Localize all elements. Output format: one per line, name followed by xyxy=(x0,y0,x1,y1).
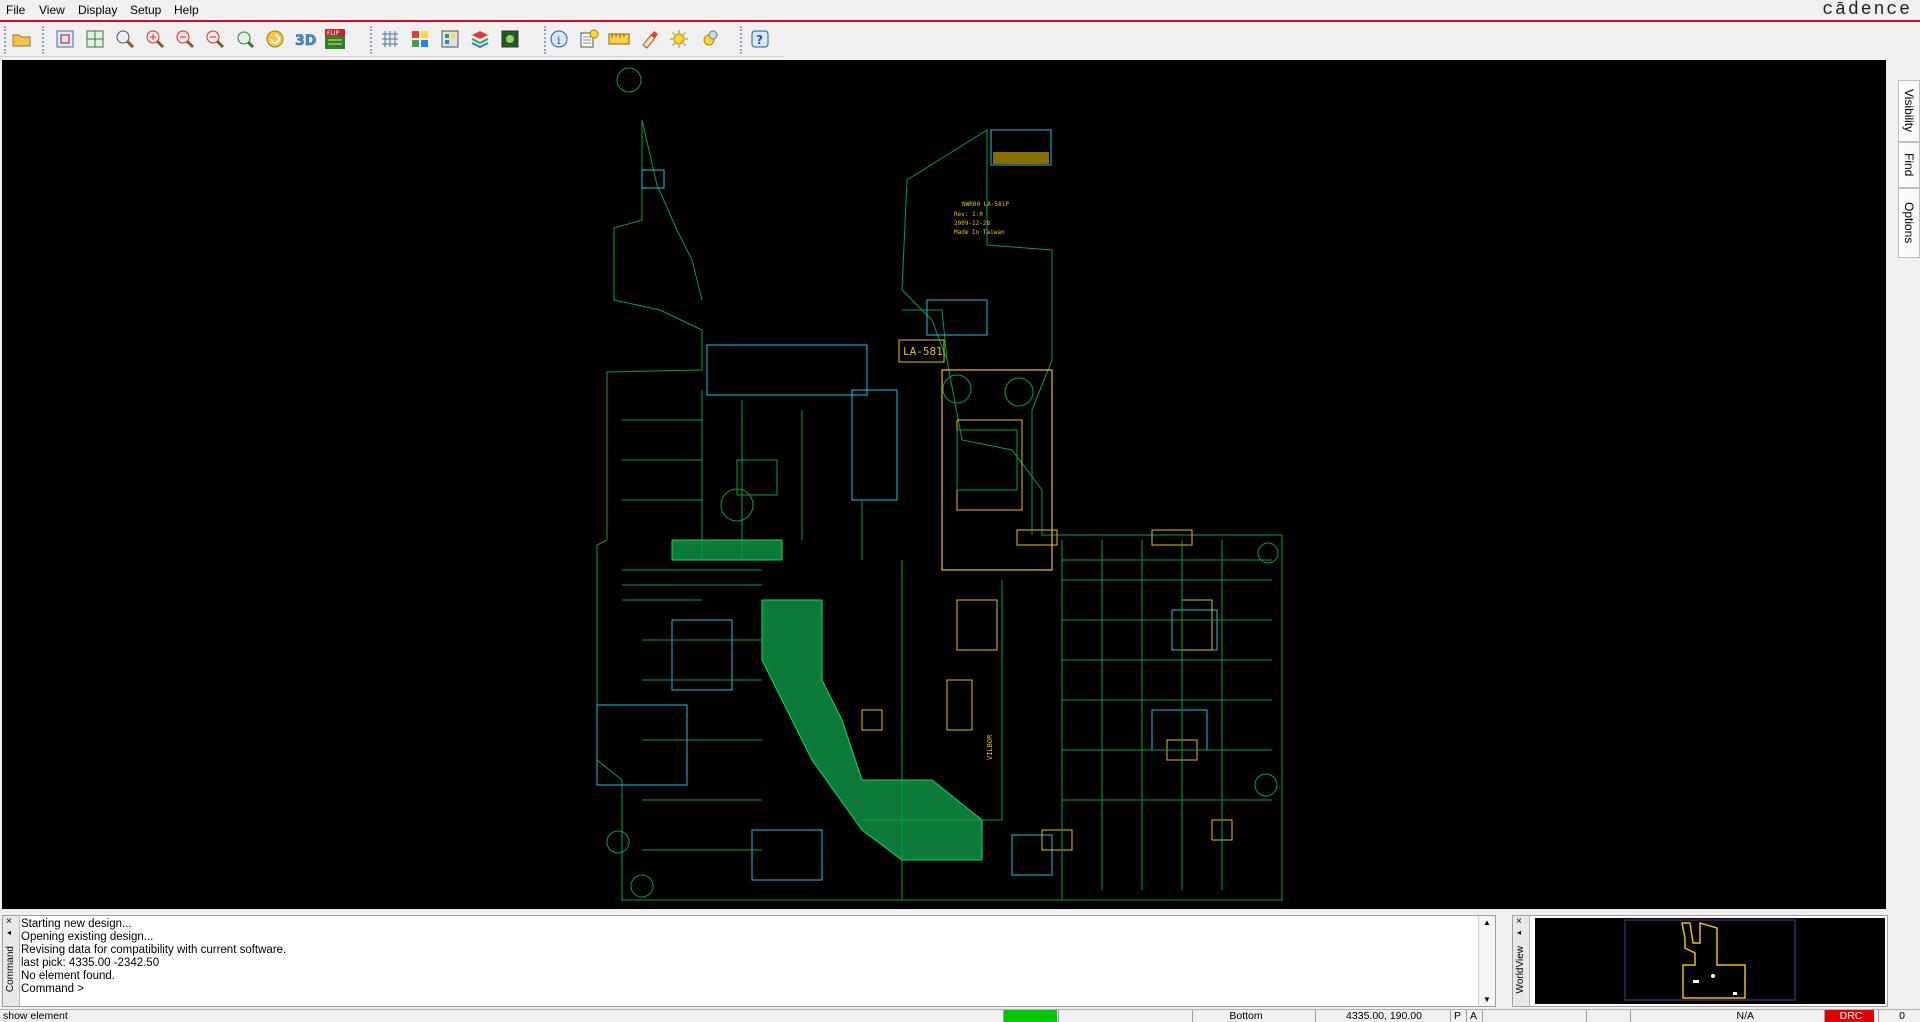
close-icon[interactable]: × xyxy=(1516,916,1522,927)
command-line: No element found. xyxy=(21,970,115,982)
close-icon[interactable]: × xyxy=(6,916,12,927)
svg-text:?: ? xyxy=(756,33,763,47)
toolbar-separator xyxy=(740,26,744,54)
command-panel-label: Command xyxy=(5,946,16,993)
status-na: N/A xyxy=(1630,1010,1774,1022)
shadow-mode-icon[interactable] xyxy=(697,27,721,51)
status-count: 0 xyxy=(1878,1010,1920,1022)
svg-text:2009-12-28: 2009-12-28 xyxy=(954,220,991,227)
toolbar-separator xyxy=(42,26,46,54)
status-drc[interactable]: DRC xyxy=(1824,1010,1874,1022)
right-dock: Visibility Find Options xyxy=(1896,60,1920,909)
brightness-icon[interactable] xyxy=(667,27,691,51)
command-panel-header: × ◂ Command xyxy=(3,916,20,1006)
scroll-down-icon[interactable]: ▼ xyxy=(1483,995,1491,1004)
status-coordinates: 4335.00, 190.00 xyxy=(1315,1010,1449,1022)
status-spacer-2 xyxy=(1482,1010,1586,1022)
worldview-panel: × ◂ WorldView xyxy=(1512,915,1888,1007)
command-line: Revising data for compatibility with cur… xyxy=(21,944,287,956)
command-line: last pick: 4335.00 -2342.50 xyxy=(21,957,160,969)
color-icon[interactable] xyxy=(408,27,432,51)
main-toolbar: 3D FLIP i ? xyxy=(0,22,784,57)
status-a[interactable]: A xyxy=(1466,1010,1480,1022)
layers-stack-icon[interactable] xyxy=(468,27,492,51)
status-hint: show element xyxy=(3,1010,68,1022)
design-canvas[interactable]: LA-581 NWR00 LA-581P Rev: 1.0 2009-12-28… xyxy=(2,60,1886,909)
menu-file[interactable]: File xyxy=(6,3,25,17)
pin-icon[interactable]: ◂ xyxy=(1517,928,1521,937)
svg-text:3D: 3D xyxy=(295,33,316,49)
svg-text:LA-581: LA-581 xyxy=(903,345,943,358)
status-p[interactable]: P xyxy=(1450,1010,1464,1022)
status-spacer xyxy=(1058,1010,1192,1022)
svg-text:Rev: 1.0: Rev: 1.0 xyxy=(954,211,983,218)
status-active-layer[interactable]: Bottom xyxy=(1192,1010,1296,1022)
zoom-in-icon-2[interactable] xyxy=(173,27,197,51)
info-icon[interactable]: i xyxy=(547,27,571,51)
scroll-up-icon[interactable]: ▲ xyxy=(1483,918,1491,927)
pcb-board-layout[interactable]: LA-581 NWR00 LA-581P Rev: 1.0 2009-12-28… xyxy=(2,60,1886,909)
menu-view[interactable]: View xyxy=(39,3,65,17)
command-panel: × ◂ Command Starting new design... Openi… xyxy=(2,915,1496,1007)
svg-text:VILBOR: VILBOR xyxy=(986,734,994,760)
zoom-fit-icon[interactable] xyxy=(53,27,77,51)
menu-display[interactable]: Display xyxy=(78,3,117,17)
status-spacer-3 xyxy=(1586,1010,1630,1022)
zoom-in-icon[interactable] xyxy=(143,27,167,51)
flip-design-icon[interactable]: FLIP xyxy=(323,27,347,51)
zoom-world-icon[interactable] xyxy=(83,27,107,51)
toolbar-separator xyxy=(370,26,374,54)
zoom-out-icon[interactable] xyxy=(203,27,227,51)
command-line: Opening existing design... xyxy=(21,931,154,943)
reports-icon[interactable] xyxy=(577,27,601,51)
layer-visibility-icon[interactable] xyxy=(438,27,462,51)
help-icon[interactable]: ? xyxy=(748,27,772,51)
status-idle-indicator xyxy=(1003,1010,1057,1022)
command-line: Starting new design... xyxy=(21,918,132,930)
cadence-logo: cādence xyxy=(1822,0,1912,20)
svg-text:Made In Taiwan: Made In Taiwan xyxy=(954,229,1005,236)
measure-icon[interactable] xyxy=(607,27,631,51)
worldview-panel-header: × ◂ WorldView xyxy=(1513,916,1530,1006)
pin-icon[interactable]: ◂ xyxy=(7,928,11,937)
3d-view-icon[interactable]: 3D xyxy=(293,27,317,51)
svg-text:FLIP: FLIP xyxy=(327,30,340,37)
tab-find[interactable]: Find xyxy=(1898,142,1920,188)
menu-bar: File View Display Setup Help cādence xyxy=(0,0,1920,22)
redraw-icon[interactable] xyxy=(263,27,287,51)
menu-setup[interactable]: Setup xyxy=(130,3,161,17)
highlight-icon[interactable] xyxy=(637,27,661,51)
zoom-window-icon[interactable] xyxy=(113,27,137,51)
open-folder-icon[interactable] xyxy=(10,27,34,51)
tab-options[interactable]: Options xyxy=(1898,188,1920,258)
command-prompt[interactable]: Command > xyxy=(21,983,286,996)
menu-help[interactable]: Help xyxy=(174,3,199,17)
status-bar: show element Bottom 4335.00, 190.00 P A … xyxy=(0,1009,1920,1022)
worldview-panel-label: WorldView xyxy=(1515,946,1526,994)
tab-visibility[interactable]: Visibility xyxy=(1898,80,1920,142)
toolbar-grip[interactable] xyxy=(4,26,8,54)
svg-text:NWR00 LA-581P: NWR00 LA-581P xyxy=(962,201,1009,208)
grid-icon[interactable] xyxy=(378,27,402,51)
svg-text:i: i xyxy=(557,34,561,47)
command-output: Starting new design... Opening existing … xyxy=(21,918,286,996)
zoom-previous-icon[interactable] xyxy=(233,27,257,51)
shaded-view-icon[interactable] xyxy=(498,27,522,51)
command-scrollbar[interactable]: ▲ ▼ xyxy=(1478,916,1495,1006)
worldview-minimap[interactable] xyxy=(1535,918,1885,1004)
